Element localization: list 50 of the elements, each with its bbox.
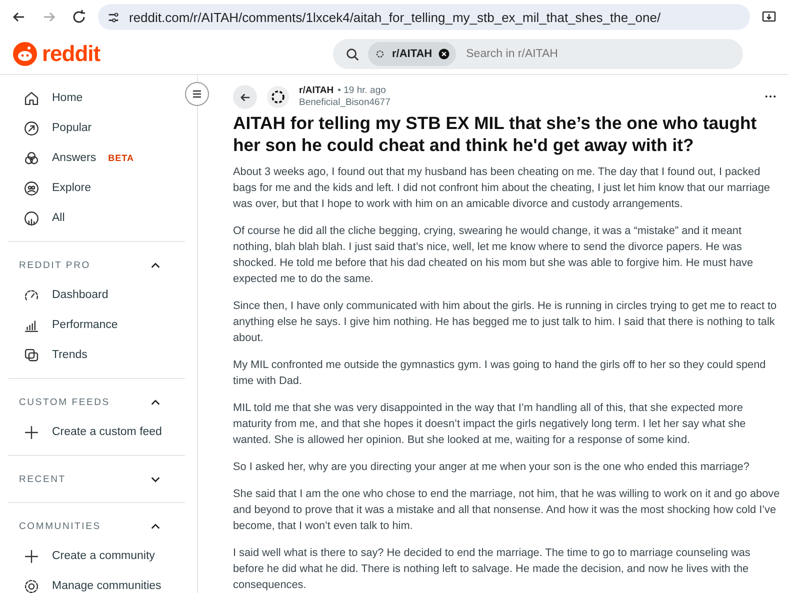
subreddit-link[interactable]: r/AITAH bbox=[299, 85, 334, 96]
sidebar-item[interactable]: Home bbox=[8, 83, 185, 113]
post-paragraph: Since then, I have only communicated with him about the girls. He is running in circles trying to get me to react to anything else he says. I give him nothing. He has begged me to just talk to him. I said that there is nothing to talk about. bbox=[233, 299, 778, 346]
section-header[interactable]: CUSTOM FEEDS bbox=[8, 387, 185, 417]
subreddit-chip[interactable]: r/AITAH bbox=[368, 42, 456, 66]
bar-circle-icon bbox=[23, 210, 40, 226]
post-paragraph: She said that I am the one who chose to end the marriage, not him, that he was willing to work on it and go above and beyond to prove that it was a mistake and all that nonsense. And how it was the most shocking how cold I’ve become, that I won’t even talk to him. bbox=[233, 487, 780, 534]
post-paragraph: My MIL confronted me outside the gymnastics gym. I was going to hand the girls off to her so they could spend time with Dad. bbox=[233, 358, 767, 389]
sidebar-item[interactable]: All bbox=[8, 203, 185, 233]
faces-circle-icon bbox=[23, 180, 40, 196]
post-time: • 19 hr. ago bbox=[338, 85, 386, 96]
alien-logo-icon[interactable] bbox=[13, 42, 37, 66]
circles-icon bbox=[23, 150, 40, 166]
section-header[interactable]: RECENT bbox=[8, 464, 185, 494]
search-field[interactable]: r/AITAH Search in r/AITAH bbox=[333, 39, 743, 69]
address-bar[interactable]: reddit.com/r/AITAH/comments/1lxcek4/aitah_for_telling_my_stb_ex_mil_that_shes_the_one/ bbox=[98, 4, 750, 30]
home-icon bbox=[23, 90, 40, 106]
sidebar-item[interactable]: Create a community bbox=[8, 541, 185, 571]
back-button[interactable] bbox=[233, 85, 257, 109]
sidebar-item[interactable]: Dashboard bbox=[8, 280, 185, 310]
post-title: AITAH for telling my STB EX MIL that she’s the one who taught her son he could cheat and think he'd get away with it? bbox=[233, 112, 758, 156]
community-icon[interactable] bbox=[267, 86, 289, 108]
post-paragraph: MIL told me that she was very disappointed in the way that I’m handling all of this, that she expected more maturity from me, and that she hopes it doesn’t impact the girls negatively long term. I let her say what she wanted. She is allowed her opinion. But she looked at me, waiting for a response of some kind. bbox=[233, 401, 747, 448]
post-paragraph: I said well what is there to say? He decided to end the marriage. The time to go to marriage counseling was before he did what he did. There is nothing left to salvage. He made the decision, and now he lives with the consequences. bbox=[233, 546, 752, 593]
section-header[interactable]: COMMUNITIES bbox=[8, 511, 185, 541]
sidebar-item[interactable]: Manage communities bbox=[8, 571, 185, 593]
sidebar-item[interactable]: Explore bbox=[8, 173, 185, 203]
menu-icon bbox=[191, 88, 203, 100]
sidebar-item[interactable]: Answers BETA bbox=[8, 143, 185, 173]
plus-icon bbox=[23, 424, 40, 440]
search-icon bbox=[345, 46, 360, 62]
post-paragraph: So I asked her, why are you directing your anger at me when your son is the one who ended this marriage? bbox=[233, 460, 750, 475]
post-paragraph: About 3 weeks ago, I found out that my husband has been cheating on me. The day that I found out, I packed bags for me and the kids and left. I did not confront him about the cheating, I just let him know that our marriage was over, but that I hope to work with him on an amicable divorce and custody arrangements. bbox=[233, 165, 771, 212]
reload-icon[interactable] bbox=[71, 9, 87, 25]
clear-icon[interactable] bbox=[438, 48, 450, 60]
menu-button[interactable] bbox=[185, 82, 209, 106]
sidebar-item[interactable]: Performance bbox=[8, 310, 185, 340]
stacked-squares-icon bbox=[23, 346, 40, 364]
more-options-icon[interactable] bbox=[765, 95, 776, 98]
gear-icon bbox=[23, 578, 40, 593]
section-header[interactable]: REDDIT PRO bbox=[8, 250, 185, 280]
sidebar-item[interactable]: Create a custom feed bbox=[8, 417, 185, 447]
plus-icon bbox=[23, 548, 40, 564]
arrow-circle-icon bbox=[23, 120, 40, 136]
sidebar-item[interactable]: Popular bbox=[8, 113, 185, 143]
chip-label: r/AITAH bbox=[392, 48, 432, 60]
author-link[interactable]: Beneficial_Bison4677 bbox=[299, 97, 390, 108]
url-text: reddit.com/r/AITAH/comments/1lxcek4/aitah_for_telling_my_stb_ex_mil_that_shes_the_one/ bbox=[129, 10, 661, 24]
post-paragraph: Of course he did all the cliche begging, crying, swearing he would change, it was a “mistake” and it meant nothing, blah blah blah. I just said that’s nice, well, let me know where to send the divorce papers. He was shocked. He told me before that his dad cheated on his mom but she was able to forgive him. He must have expected me to do the same. bbox=[233, 224, 754, 287]
sidebar-item[interactable]: Trends bbox=[8, 340, 185, 370]
